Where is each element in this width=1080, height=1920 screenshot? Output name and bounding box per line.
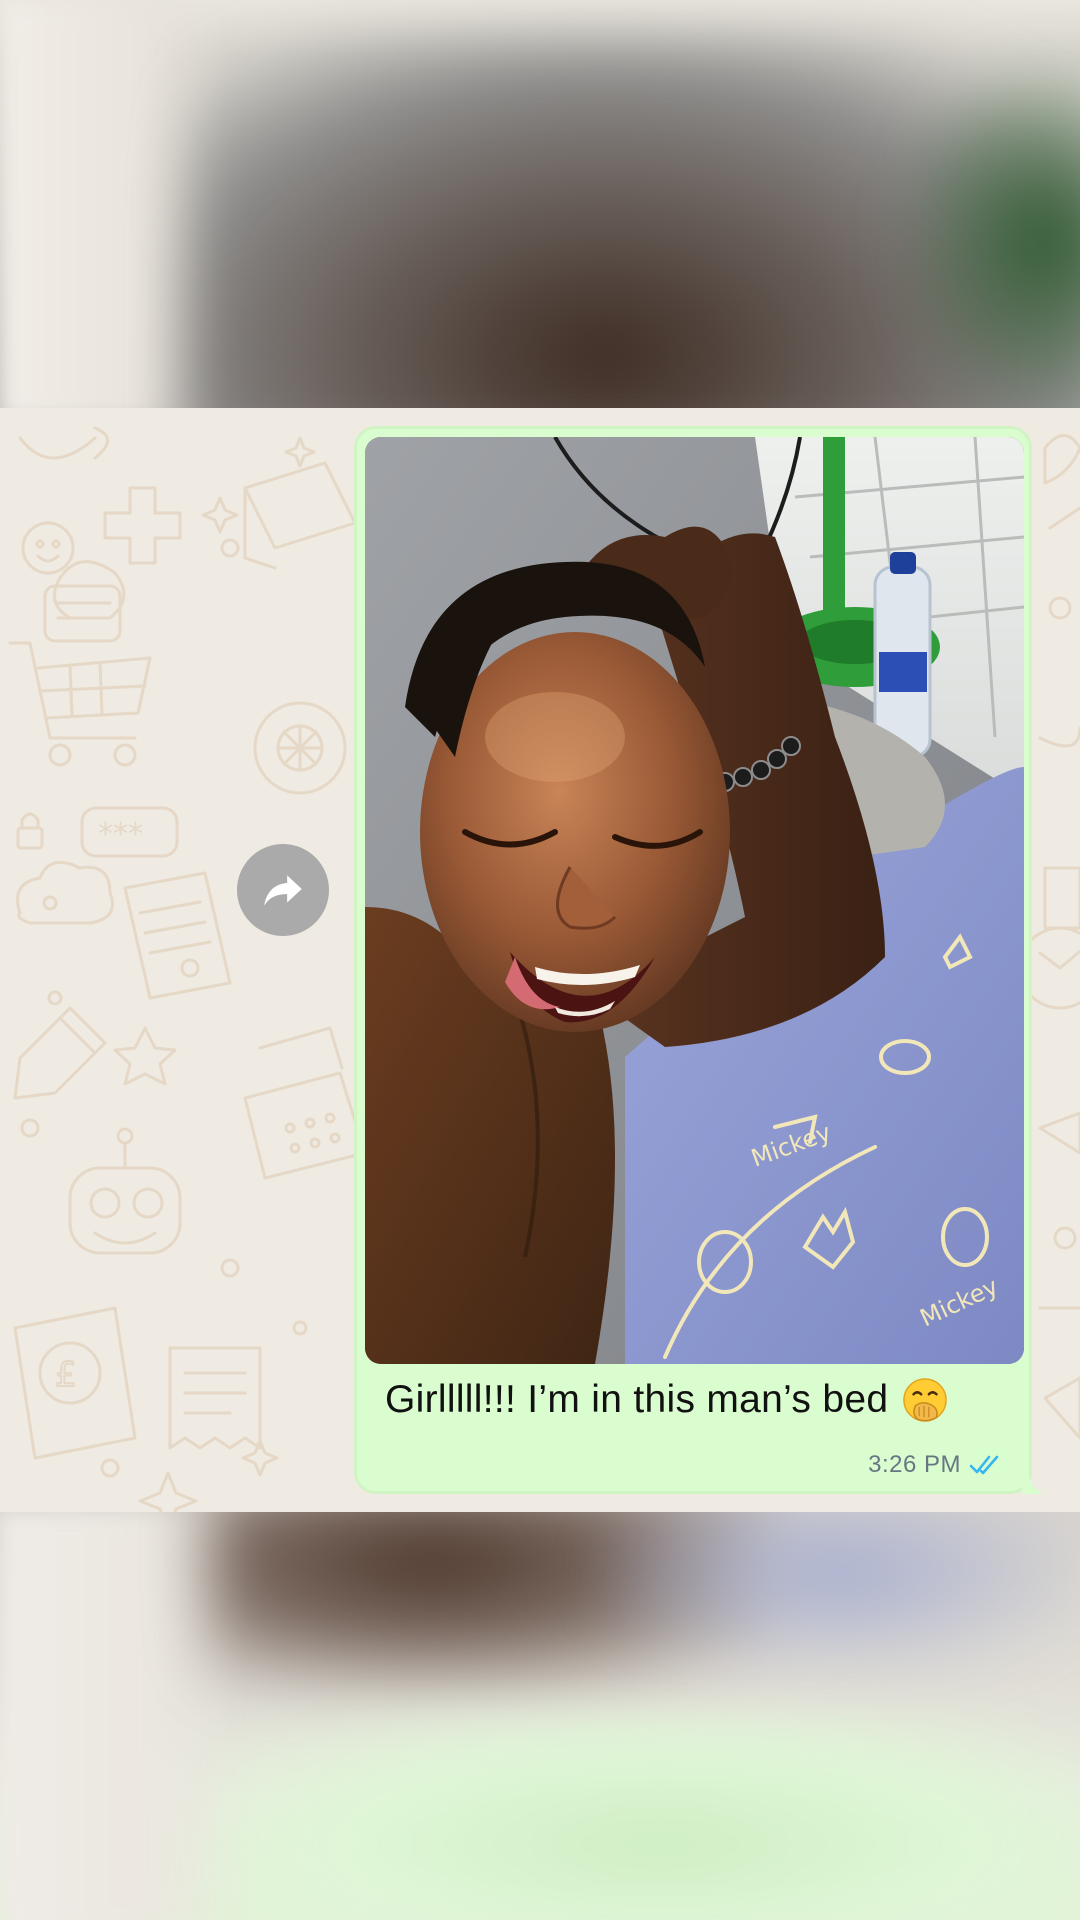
message-meta: 3:26 PM xyxy=(868,1451,1005,1479)
forward-arrow-icon xyxy=(264,875,302,906)
double-check-icon xyxy=(969,1455,999,1475)
svg-text:***: *** xyxy=(98,817,143,852)
blur-region xyxy=(0,1512,240,1920)
svg-text:£: £ xyxy=(55,1355,77,1395)
outgoing-message-bubble[interactable]: Mickey Mickey Girlllll!!! I’m in this ma… xyxy=(354,426,1032,1494)
message-photo[interactable]: Mickey Mickey xyxy=(365,437,1024,1364)
chat-conversation-area[interactable]: *** £ Mickey Mickey Girlllll!!! I’m in t… xyxy=(0,408,1080,1512)
blur-region xyxy=(600,1512,1080,1672)
forward-button[interactable] xyxy=(237,844,329,936)
message-caption: Girlllll!!! I’m in this man’s bed xyxy=(385,1377,1025,1423)
photo-image: Mickey Mickey xyxy=(365,437,1024,1364)
caption-text: Girlllll!!! I’m in this man’s bed xyxy=(385,1378,889,1421)
bubble-tail xyxy=(1022,1468,1044,1494)
blurred-next-content xyxy=(0,1512,1080,1920)
face-with-hand-over-mouth-icon xyxy=(903,1378,948,1422)
blur-region xyxy=(220,1712,1080,1920)
blurred-previous-content xyxy=(0,0,1080,408)
message-timestamp: 3:26 PM xyxy=(868,1451,961,1478)
blur-region xyxy=(900,60,1080,408)
